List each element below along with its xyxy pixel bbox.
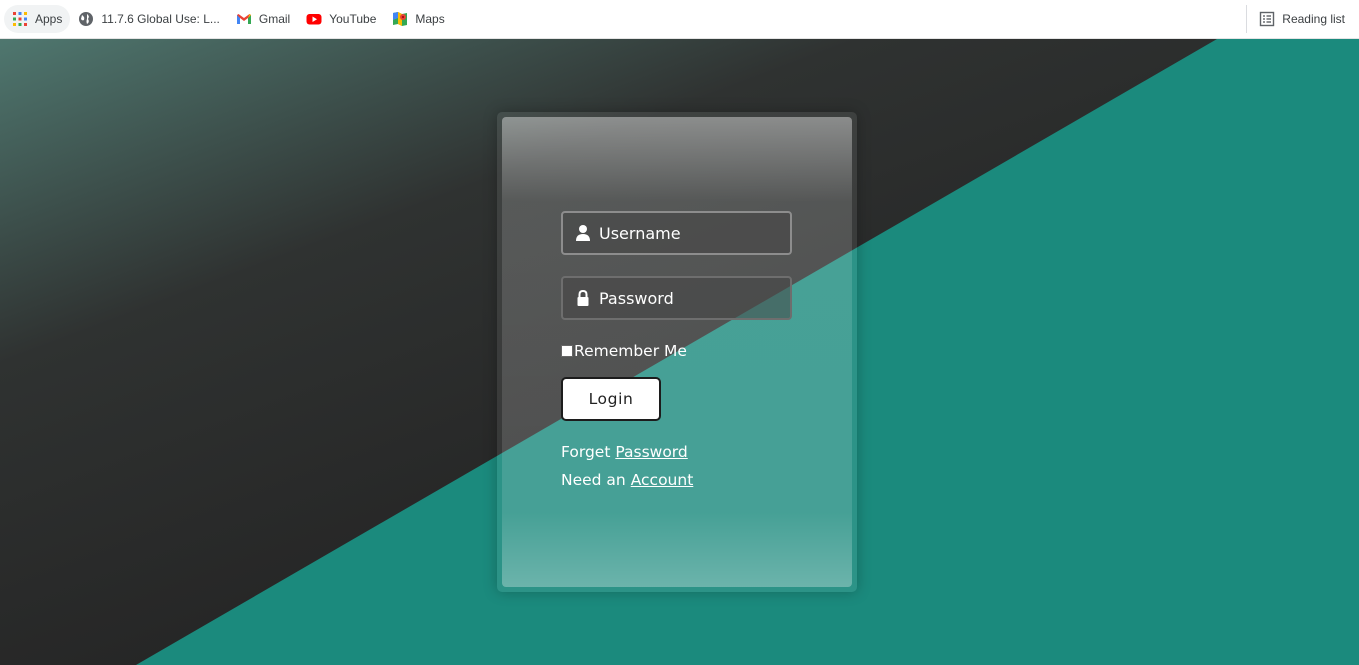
- username-input[interactable]: [599, 223, 779, 243]
- remember-me-label: Remember Me: [574, 342, 687, 360]
- reading-list-icon: [1259, 11, 1275, 27]
- bookmark-label: Maps: [415, 12, 445, 26]
- bookmarks-bar: Apps 11.7.6 Global Use: L... Gmail YouTu…: [0, 0, 1359, 39]
- globe-icon: [78, 11, 94, 27]
- password-field-box[interactable]: [561, 276, 792, 320]
- apps-grid-icon: [12, 11, 28, 27]
- bookmark-maps[interactable]: Maps: [384, 5, 452, 33]
- reading-list-label: Reading list: [1282, 12, 1345, 26]
- bookmark-gmail[interactable]: Gmail: [228, 5, 298, 33]
- bookmark-label: Gmail: [258, 12, 291, 26]
- forget-password-line: Forget Password: [561, 443, 688, 461]
- login-page: Remember Me Login Forget Password Need a…: [0, 39, 1359, 665]
- login-card-frame: Remember Me Login Forget Password Need a…: [497, 112, 857, 592]
- password-input[interactable]: [599, 288, 779, 308]
- lock-icon: [575, 289, 591, 307]
- bookmark-label: 11.7.6 Global Use: L...: [101, 12, 220, 26]
- forget-password-link[interactable]: Password: [615, 443, 687, 461]
- bookmark-global-use[interactable]: 11.7.6 Global Use: L...: [70, 5, 228, 33]
- login-card: Remember Me Login Forget Password Need a…: [502, 117, 852, 587]
- reading-list-button[interactable]: Reading list: [1246, 5, 1353, 33]
- remember-me-checkbox[interactable]: [561, 345, 573, 357]
- bookmark-apps[interactable]: Apps: [4, 5, 71, 33]
- remember-me[interactable]: Remember Me: [561, 342, 687, 360]
- username-field-box[interactable]: [561, 211, 792, 255]
- create-account-link[interactable]: Account: [631, 471, 694, 489]
- maps-icon: [392, 11, 408, 27]
- need-prefix: Need an: [561, 471, 626, 489]
- need-account-line: Need an Account: [561, 471, 693, 489]
- bookmark-label: Apps: [35, 12, 63, 26]
- login-button[interactable]: Login: [561, 377, 661, 421]
- user-icon: [575, 224, 591, 242]
- youtube-icon: [306, 11, 322, 27]
- gmail-icon: [236, 11, 252, 27]
- forget-prefix: Forget: [561, 443, 611, 461]
- bookmark-youtube[interactable]: YouTube: [298, 5, 384, 33]
- bookmark-label: YouTube: [329, 12, 377, 26]
